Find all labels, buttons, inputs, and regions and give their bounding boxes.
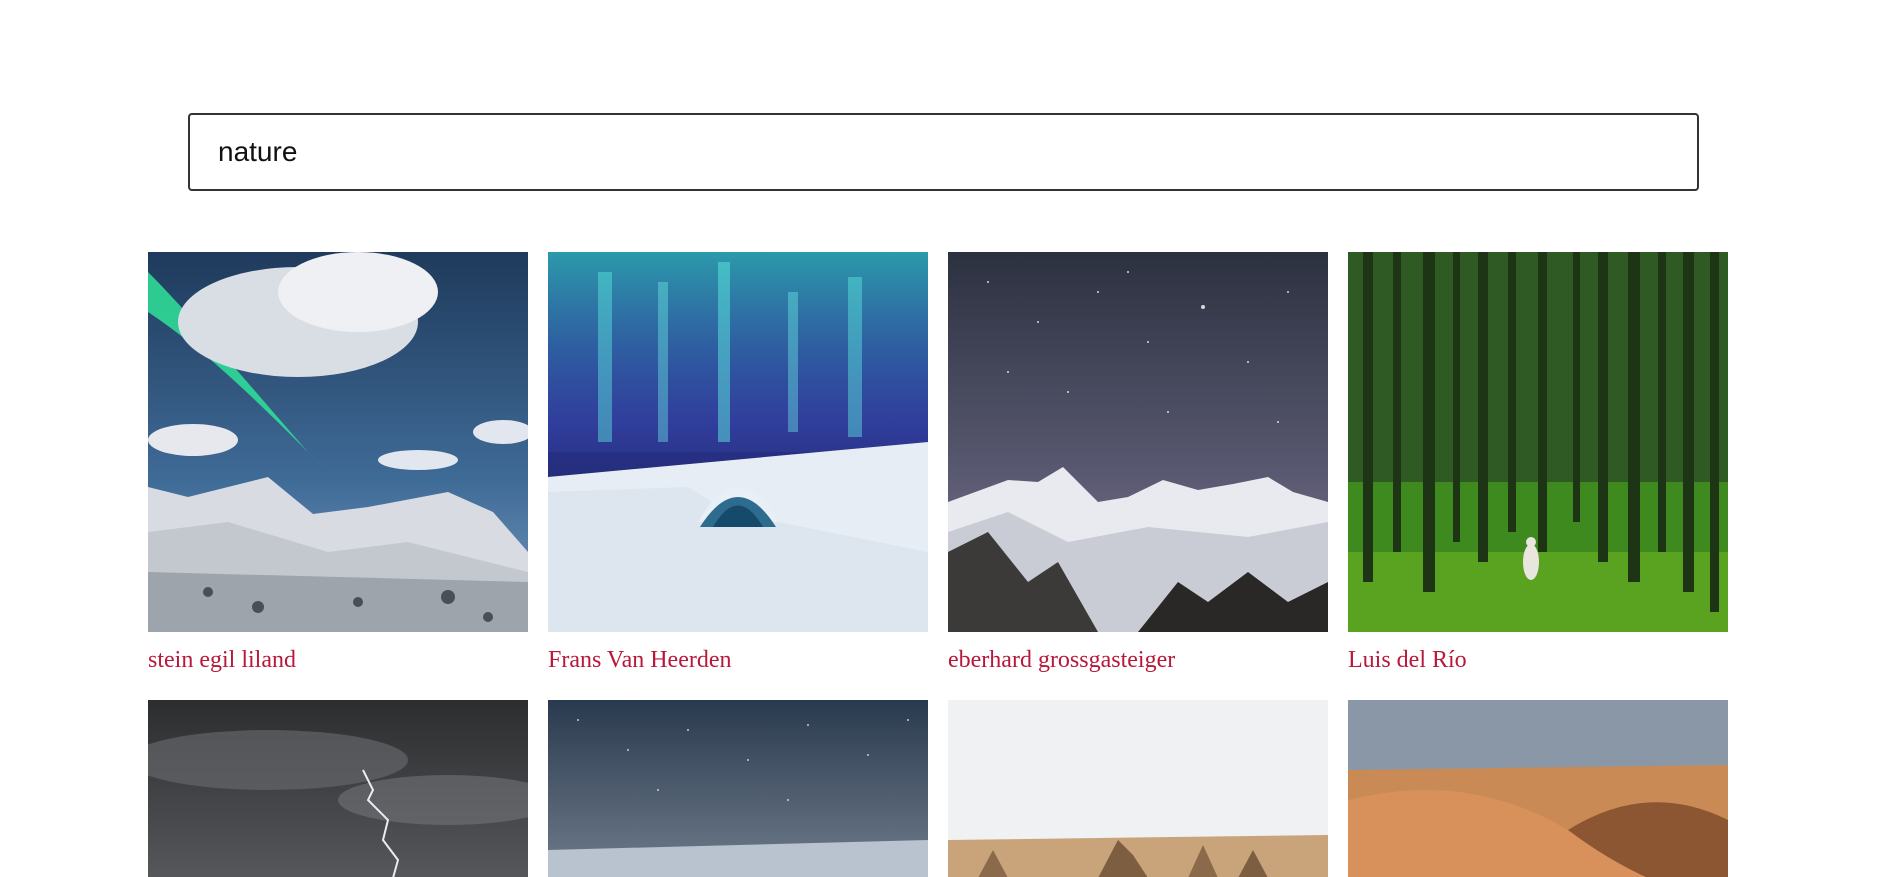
photo-card [148, 700, 528, 877]
photo-starry-snow[interactable] [548, 700, 928, 877]
photo-card: Frans Van Heerden [548, 252, 928, 700]
photo-sand-dunes[interactable] [1348, 700, 1728, 877]
photo-author-link[interactable]: Luis del Río [1348, 632, 1728, 700]
photo-card: eberhard grossgasteiger [948, 252, 1328, 700]
photo-author-link[interactable]: Frans Van Heerden [548, 632, 928, 700]
search-input[interactable] [188, 113, 1699, 191]
photo-card: stein egil liland [148, 252, 528, 700]
photo-card [948, 700, 1328, 877]
photo-author-link[interactable]: stein egil liland [148, 632, 528, 700]
photo-forest[interactable] [1348, 252, 1728, 632]
photo-lightning[interactable] [148, 700, 528, 877]
photo-starry-mountains[interactable] [948, 252, 1328, 632]
photo-desert-pinnacles[interactable] [948, 700, 1328, 877]
photo-card: Luis del Río [1348, 252, 1728, 700]
search-bar [188, 113, 1699, 191]
photo-author-link[interactable]: eberhard grossgasteiger [948, 632, 1328, 700]
photo-ice-hotel[interactable] [548, 252, 928, 632]
photo-card [1348, 700, 1728, 877]
photo-aurora-mountains[interactable] [148, 252, 528, 632]
photo-card [548, 700, 928, 877]
photo-grid: stein egil liland Frans Van Heerden eber… [148, 252, 1730, 877]
